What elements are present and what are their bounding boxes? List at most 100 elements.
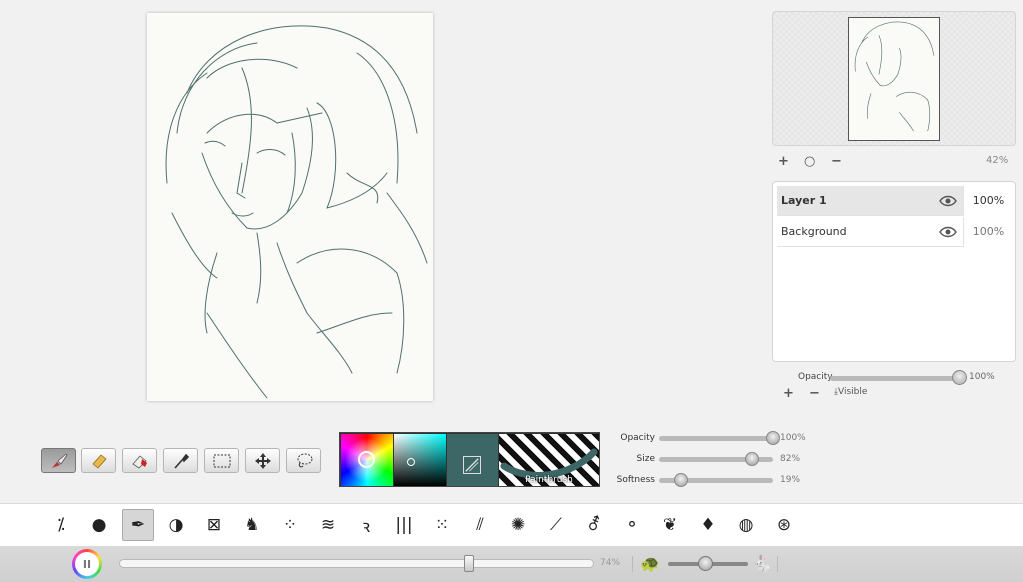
layer-opacity-handle[interactable] — [952, 370, 967, 385]
brush-preset-16[interactable]: ⚬ — [616, 509, 648, 541]
fill-eraser-tool-button[interactable] — [122, 448, 157, 473]
eraser-icon — [91, 453, 107, 469]
saturation-value-picker[interactable] — [394, 434, 446, 486]
softness-value: 19% — [780, 475, 801, 485]
eraser-tool-button[interactable] — [81, 448, 116, 473]
layer-opacity-slider[interactable] — [830, 376, 960, 381]
brush-preset-icon: ||| — [395, 515, 413, 535]
brush-preset-icon: ◑ — [168, 515, 184, 535]
brush-preview[interactable]: Paintbrush — [499, 434, 599, 486]
zoom-in-button[interactable]: + — [778, 154, 789, 169]
lasso-tool-button[interactable] — [286, 448, 321, 473]
sketch-artwork — [165, 25, 428, 399]
brush-preset-2[interactable]: ● — [83, 509, 115, 541]
layer-opacity-value: 100% — [969, 372, 995, 382]
current-color-swatch[interactable] — [447, 434, 498, 486]
rabbit-icon[interactable]: 🐇 — [752, 554, 772, 573]
playback-progress-handle[interactable] — [464, 555, 474, 572]
zoom-reset-button[interactable]: ○ — [804, 154, 815, 169]
brush-preset-14[interactable]: ⟋ — [540, 509, 572, 541]
eye-icon[interactable] — [939, 195, 957, 207]
brush-preset-6[interactable]: ♞ — [236, 509, 268, 541]
layer-name: Layer 1 — [781, 194, 827, 207]
layer-row-background[interactable]: Background 100% — [777, 217, 1013, 247]
bucket-eraser-icon — [131, 454, 147, 469]
brush-preset-17[interactable]: ❦ — [654, 509, 686, 541]
brush-preset-10[interactable]: ||| — [388, 509, 420, 541]
eyedropper-icon — [173, 453, 189, 469]
brush-preset-8[interactable]: ≋ — [312, 509, 344, 541]
brush-preset-4[interactable]: ◑ — [160, 509, 192, 541]
add-layer-button[interactable]: + — [783, 386, 794, 401]
brush-preset-icon: ≋ — [320, 515, 336, 535]
opacity-slider[interactable] — [659, 436, 773, 441]
sv-marker[interactable] — [407, 458, 415, 466]
brush-preset-icon: ❦ — [662, 515, 678, 535]
brush-preset-icon: ⊠ — [206, 515, 222, 535]
thumbnail-artwork — [854, 21, 935, 132]
brush-preset-12[interactable]: ⫽ — [464, 509, 496, 541]
brush-preset-1[interactable]: ⁒ — [45, 509, 77, 541]
opacity-slider-handle[interactable] — [766, 431, 780, 445]
brush-preset-15[interactable]: ⚦ — [578, 509, 610, 541]
softness-slider-handle[interactable] — [673, 473, 688, 487]
eye-icon[interactable] — [939, 226, 957, 238]
brush-preset-11[interactable]: ⁙ — [426, 509, 458, 541]
brush-preset-icon: ● — [91, 515, 107, 535]
brush-preset-icon: ⊛ — [776, 515, 792, 535]
merge-visible-button[interactable]: ⤓Visible — [834, 387, 867, 397]
divider — [632, 556, 633, 572]
brush-preset-icon: ⚬ — [624, 515, 640, 535]
zoom-value: 42% — [986, 155, 1009, 166]
layer-opacity: 100% — [963, 186, 1013, 216]
speed-slider-handle[interactable] — [698, 556, 713, 571]
brush-preset-20[interactable]: ⊛ — [768, 509, 800, 541]
divider — [777, 556, 778, 572]
size-slider-handle[interactable] — [745, 452, 760, 466]
brush-preset-13[interactable]: ✺ — [502, 509, 534, 541]
brush-preset-icon: ꝛ — [361, 516, 371, 537]
turtle-icon[interactable]: 🐢 — [640, 554, 660, 573]
layer-opacity-label: Opacity — [798, 372, 833, 382]
drawing-canvas[interactable] — [147, 13, 433, 401]
brush-preset-7[interactable]: ⁘ — [274, 509, 306, 541]
brush-preset-5[interactable]: ⊠ — [198, 509, 230, 541]
brush-preset-icon: ✒ — [130, 515, 146, 535]
hue-picker[interactable] — [341, 434, 393, 486]
paintbrush-icon — [51, 452, 68, 468]
color-panel: Paintbrush — [339, 432, 600, 487]
brush-preset-3[interactable]: ✒ — [122, 509, 154, 541]
brush-preset-icon: ⁒ — [57, 515, 65, 535]
move-icon — [254, 452, 271, 469]
playback-progress-track[interactable] — [119, 559, 594, 568]
brush-library: ⁒ ● ✒ ◑ ⊠ ♞ ⁘ ≋ ꝛ ||| ⁙ ⫽ ✺ ⟋ ⚦ ⚬ ❦ ♦ ◍ ⊛ — [0, 503, 1023, 546]
brush-preset-19[interactable]: ◍ — [730, 509, 762, 541]
zoom-out-button[interactable]: − — [831, 154, 842, 169]
brush-name: Paintbrush — [525, 475, 573, 485]
pause-button[interactable]: II — [72, 549, 102, 579]
remove-layer-button[interactable]: − — [809, 386, 820, 401]
brush-preset-icon: ⟋ — [550, 515, 562, 535]
playback-bar: II 74% 🐢 🐇 — [0, 546, 1023, 582]
layer-opacity: 100% — [963, 217, 1013, 247]
layer-name: Background — [781, 225, 847, 238]
color-swap-icon — [463, 456, 481, 474]
navigator-panel[interactable] — [772, 11, 1016, 146]
brush-preset-icon: ♞ — [244, 515, 260, 535]
brush-preset-icon: ✺ — [510, 515, 526, 535]
brush-preset-icon: ♦ — [700, 515, 716, 535]
hue-marker[interactable] — [358, 451, 375, 468]
paintbrush-tool-button[interactable] — [41, 448, 76, 473]
navigator-thumbnail[interactable] — [848, 17, 940, 141]
pause-icon: II — [75, 552, 99, 576]
eyedropper-tool-button[interactable] — [163, 448, 198, 473]
move-tool-button[interactable] — [245, 448, 280, 473]
layer-row-layer-1[interactable]: Layer 1 100% — [777, 186, 1013, 216]
brush-preset-9[interactable]: ꝛ — [350, 509, 382, 541]
softness-label: Softness — [616, 475, 655, 485]
size-value: 82% — [780, 454, 801, 464]
brush-preset-18[interactable]: ♦ — [692, 509, 724, 541]
visible-label: Visible — [837, 387, 868, 397]
rect-select-tool-button[interactable] — [204, 448, 239, 473]
marquee-icon — [213, 454, 230, 467]
